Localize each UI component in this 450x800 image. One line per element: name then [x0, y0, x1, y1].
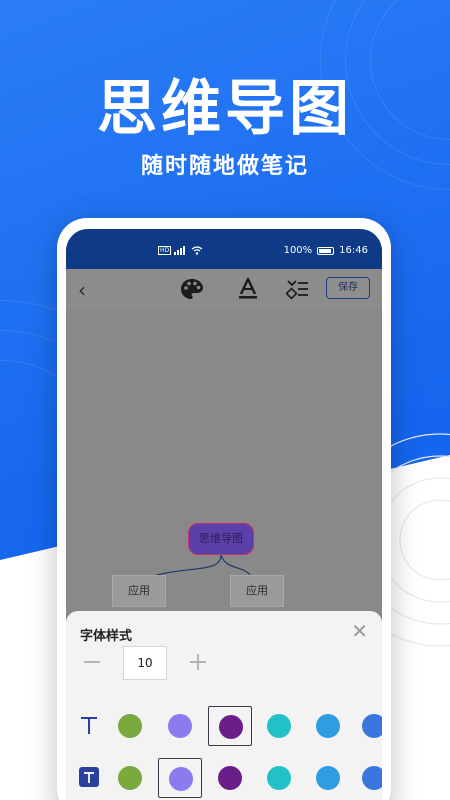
color-dot — [267, 766, 291, 790]
fill-color-swatch[interactable] — [208, 758, 252, 798]
text-color-row — [66, 706, 382, 746]
text-color-swatch[interactable] — [352, 706, 382, 746]
wifi-icon — [191, 246, 203, 255]
font-size-input[interactable]: 10 — [123, 646, 167, 680]
palette-icon[interactable] — [180, 278, 204, 300]
fill-color-swatch[interactable] — [257, 758, 301, 798]
editor-toolbar: ‹ 保存 — [66, 269, 382, 309]
color-dot — [219, 715, 243, 739]
font-style-panel: 字体样式 ✕ 10 — [66, 611, 382, 800]
color-dot — [168, 714, 192, 738]
close-icon[interactable]: ✕ — [351, 621, 368, 641]
color-dot — [218, 766, 242, 790]
chevron-left-icon[interactable]: ‹ — [78, 278, 86, 302]
color-dot — [267, 714, 291, 738]
battery-icon — [317, 246, 335, 255]
text-color-swatch[interactable] — [158, 706, 202, 746]
fill-color-swatch[interactable] — [306, 758, 350, 798]
headline: 思维导图 — [97, 74, 353, 144]
status-bar: HD 100% 16:46 — [66, 229, 382, 269]
text-t-filled-icon — [79, 767, 99, 787]
color-dot — [169, 767, 193, 791]
fill-color-swatch[interactable] — [158, 758, 202, 798]
mindmap-child-node[interactable]: 应用 — [230, 575, 284, 607]
panel-title: 字体样式 — [80, 629, 133, 644]
text-color-swatch[interactable] — [108, 706, 152, 746]
mindmap-child-node[interactable]: 应用 — [112, 575, 166, 607]
color-dot — [118, 714, 142, 738]
increase-size-button[interactable] — [190, 654, 206, 670]
text-color-swatch[interactable] — [257, 706, 301, 746]
fill-color-row — [66, 758, 382, 798]
mindmap-root-node[interactable]: 思维导图 — [188, 523, 254, 555]
color-dot — [316, 766, 340, 790]
color-dot — [362, 714, 382, 738]
text-color-icon[interactable] — [236, 278, 260, 300]
phone-mockup: HD 100% 16:46 ‹ 保存 思维导图 应用 应用 字体样式 ✕ 10 — [57, 218, 391, 800]
text-color-swatch[interactable] — [306, 706, 350, 746]
save-button[interactable]: 保存 — [326, 277, 370, 299]
subline: 随时随地做笔记 — [140, 154, 309, 179]
text-t-icon — [81, 717, 97, 734]
fill-color-swatch[interactable] — [352, 758, 382, 798]
hd-icon: HD — [158, 246, 172, 255]
battery-percent: 100% — [283, 245, 313, 256]
mindmap-canvas[interactable]: 思维导图 应用 应用 — [66, 309, 382, 629]
list-style-icon[interactable] — [286, 278, 310, 300]
fill-color-swatch[interactable] — [108, 758, 152, 798]
status-time: 16:46 — [339, 245, 368, 256]
color-dot — [362, 766, 382, 790]
status-icons: HD — [158, 246, 203, 255]
color-dot — [316, 714, 340, 738]
status-right: 100% 16:46 — [284, 245, 368, 256]
color-dot — [118, 766, 142, 790]
phone-screen: HD 100% 16:46 ‹ 保存 思维导图 应用 应用 字体样式 ✕ 10 — [66, 229, 382, 800]
decrease-size-button[interactable] — [84, 661, 100, 663]
text-color-swatch[interactable] — [208, 706, 252, 746]
signal-icon — [174, 246, 186, 255]
